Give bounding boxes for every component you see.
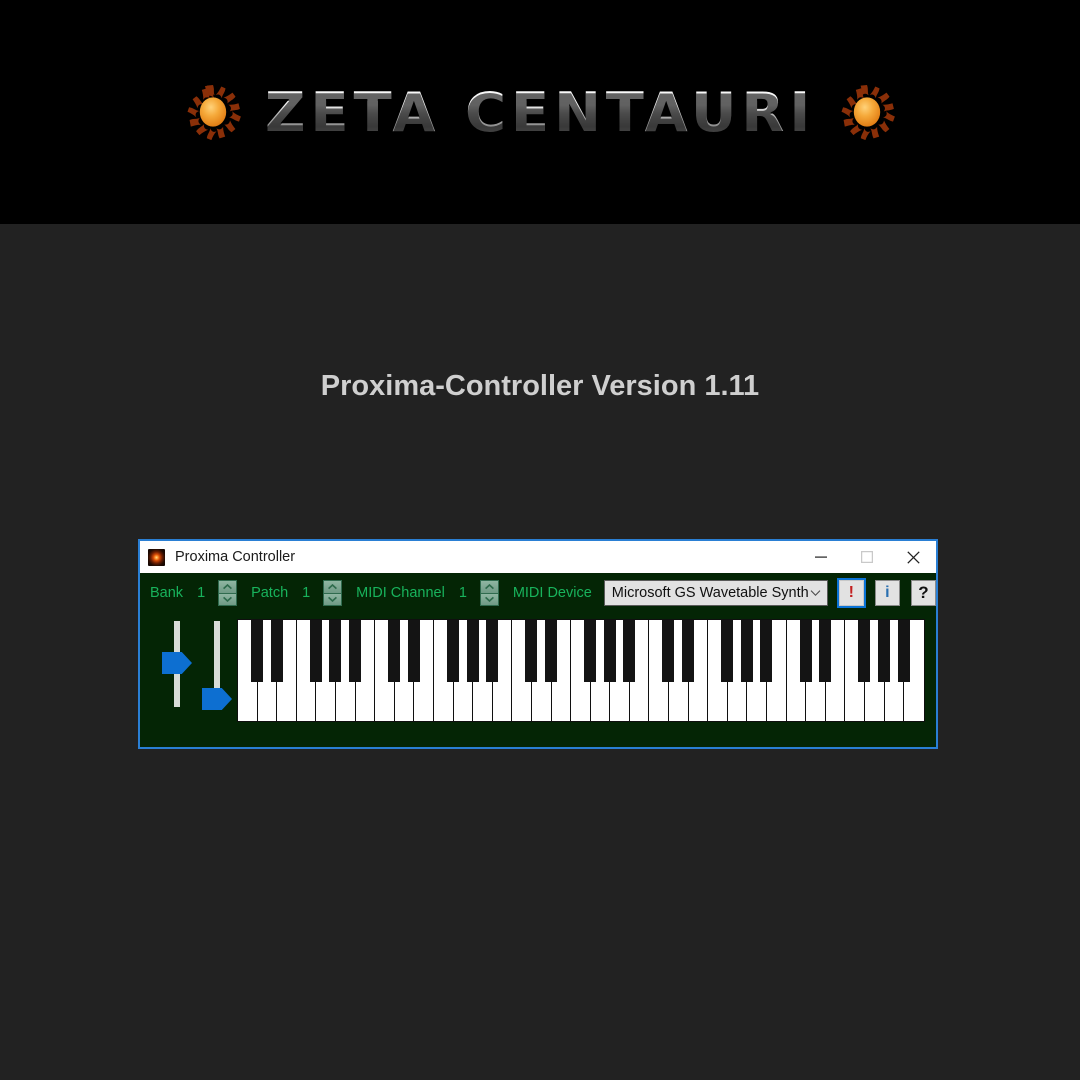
bank-label: Bank [150,585,184,601]
piano-black-key[interactable] [623,620,636,682]
piano-keyboard[interactable] [237,619,925,722]
piano-black-key[interactable] [544,620,557,682]
midi-device-selected-value: Microsoft GS Wavetable Synth [611,585,809,601]
piano-black-key[interactable] [270,620,283,682]
piano-white-key[interactable] [296,620,322,721]
piano-black-key[interactable] [662,620,675,682]
window-titlebar[interactable]: Proxima Controller [140,541,936,573]
midi-channel-label: MIDI Channel [356,585,445,601]
panic-button[interactable]: ! [836,578,866,608]
patch-value: 1 [302,585,311,601]
minimize-icon[interactable] [798,541,844,573]
piano-white-key[interactable] [512,620,538,721]
chevron-down-icon [810,584,821,602]
bank-value: 1 [197,585,206,601]
piano-black-key[interactable] [682,620,695,682]
bank-stepper-up[interactable] [219,581,237,593]
piano-black-key[interactable] [446,620,459,682]
modulation-slider-thumb[interactable] [202,688,232,710]
piano-white-key[interactable] [238,620,263,721]
piano-black-key[interactable] [486,620,499,682]
piano-black-key[interactable] [388,620,401,682]
instrument-panel [140,613,936,743]
piano-black-key[interactable] [329,620,342,682]
help-button[interactable]: ? [910,580,937,606]
bank-stepper-down[interactable] [219,592,237,605]
piano-black-key[interactable] [819,620,832,682]
piano-white-key[interactable] [786,620,812,721]
piano-black-key[interactable] [309,620,322,682]
patch-label: Patch [251,585,289,601]
close-icon[interactable] [890,541,936,573]
piano-white-key[interactable] [708,620,734,721]
piano-black-key[interactable] [799,620,812,682]
midi-channel-value: 1 [458,585,467,601]
midi-channel-stepper[interactable] [479,580,499,606]
piano-white-key[interactable] [845,620,871,721]
sun-icon [839,84,896,140]
piano-black-key[interactable] [897,620,910,682]
piano-black-key[interactable] [407,620,420,682]
patch-stepper-down[interactable] [324,592,342,605]
piano-black-key[interactable] [858,620,871,682]
piano-black-key[interactable] [466,620,479,682]
piano-black-key[interactable] [251,620,263,682]
patch-stepper-up[interactable] [324,581,342,593]
piano-black-key[interactable] [525,620,538,682]
piano-black-key[interactable] [740,620,753,682]
piano-black-key[interactable] [878,620,890,682]
bank-stepper[interactable] [218,580,238,606]
piano-black-key[interactable] [721,620,734,682]
piano-black-key[interactable] [584,620,597,682]
midi-device-label: MIDI Device [512,585,592,601]
midi-channel-stepper-down[interactable] [480,592,498,605]
proxima-star-icon [148,548,165,566]
midi-channel-stepper-up[interactable] [480,581,498,593]
piano-white-key[interactable] [375,620,401,721]
window-title: Proxima Controller [175,549,296,565]
brand-title: ZETA CENTAURI [264,80,816,144]
page-title: Proxima-Controller Version 1.11 [320,370,760,402]
piano-black-key[interactable] [348,620,361,682]
piano-black-key[interactable] [603,620,616,682]
piano-black-key[interactable] [760,620,773,682]
window-controls [798,541,936,573]
midi-toolbar: Bank 1 Patch 1 MIDI Channel 1 MIDI Devic… [140,573,937,613]
piano-white-key[interactable] [649,620,675,721]
info-button[interactable]: i [874,580,900,606]
sun-icon [185,84,241,140]
pitch-bend-slider-thumb[interactable] [162,652,192,674]
patch-stepper[interactable] [323,580,343,606]
piano-white-key[interactable] [571,620,597,721]
piano-white-key[interactable] [433,620,459,721]
proxima-controller-window: Proxima Controller Bank 1 Patch 1 MIDI C… [138,539,938,749]
brand-banner: ZETA CENTAURI [0,0,1080,224]
maximize-icon[interactable] [844,541,890,573]
midi-device-select[interactable]: Microsoft GS Wavetable Synth [603,580,828,606]
